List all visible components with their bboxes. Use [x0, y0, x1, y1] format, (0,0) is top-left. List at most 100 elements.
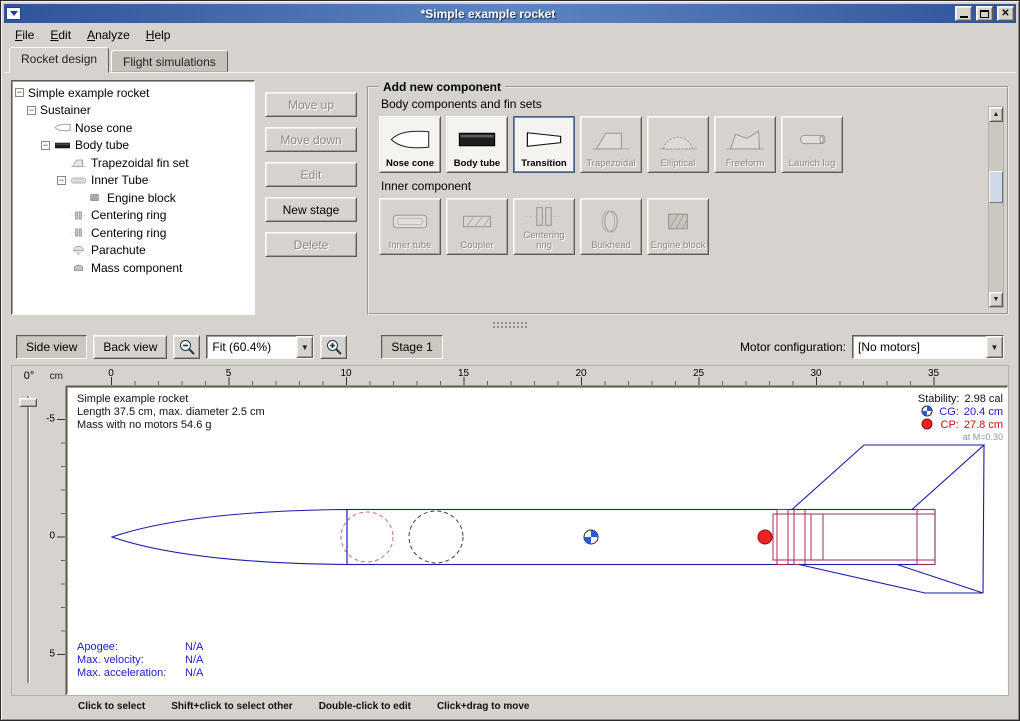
design-panel: − Simple example rocket − Sustainer Nose… [4, 73, 1016, 319]
add-body-tube-button[interactable]: Body tube [446, 116, 508, 173]
hint-bar: Click to select Shift+click to select ot… [4, 696, 1016, 717]
menu-edit[interactable]: Edit [43, 25, 78, 45]
openrocket-window: *Simple example rocket ✕ File Edit Analy… [0, 0, 1020, 721]
splitter-grip-icon [492, 321, 528, 329]
inner-component-label: Inner component [381, 179, 981, 193]
tree-action-buttons: Move up Move down Edit New stage Delete [265, 80, 357, 315]
add-elliptical-fin-button: Elliptical [647, 116, 709, 173]
collapse-expander-icon[interactable]: − [57, 176, 66, 185]
launch-lug-icon [791, 126, 833, 153]
tree-item-engine-block[interactable]: Engine block [12, 189, 254, 207]
minimize-button[interactable] [955, 6, 972, 21]
body-tube-icon [456, 126, 498, 153]
motor-configuration-select[interactable]: [No motors] ▼ [852, 335, 1004, 359]
collapse-expander-icon[interactable]: − [15, 88, 24, 97]
tree-item-rocket[interactable]: − Simple example rocket [12, 84, 254, 102]
motor-mount-outline[interactable] [773, 510, 935, 565]
centering-ring-icon [70, 210, 87, 221]
component-scrollbar[interactable]: ▲ ▼ [988, 106, 1004, 308]
menu-analyze[interactable]: Analyze [80, 25, 137, 45]
nose-cone-icon [54, 122, 71, 133]
rocket-canvas[interactable]: Simple example rocket Length 37.5 cm, ma… [66, 386, 1008, 695]
magnifier-minus-icon [178, 338, 196, 356]
add-transition-button[interactable]: Transition [513, 116, 575, 173]
tree-item-centering-ring-2[interactable]: Centering ring [12, 224, 254, 242]
svg-text:Max. velocity:: Max. velocity: [77, 654, 144, 666]
menu-help[interactable]: Help [139, 25, 178, 45]
svg-text:N/A: N/A [185, 641, 204, 653]
rocket-diagram: Simple example rocket Length 37.5 cm, ma… [67, 387, 1008, 694]
engine-block-icon [86, 192, 103, 203]
combo-arrow-icon[interactable]: ▼ [986, 336, 1003, 358]
stability-info: Stability:2.98 cal CG:20.4 cm CP:27.8 cm… [918, 393, 1003, 442]
add-engine-block-button: Engine block [647, 198, 709, 255]
rocket-info: Simple example rocket Length 37.5 cm, ma… [77, 393, 265, 431]
tree-item-inner-tube[interactable]: − Inner Tube [12, 172, 254, 190]
body-components-label: Body components and fin sets [381, 97, 981, 111]
side-view-button[interactable]: Side view [16, 335, 87, 359]
ruler-unit: cm [46, 366, 66, 386]
collapse-expander-icon[interactable]: − [41, 141, 50, 150]
inner-component-buttons: Inner tube Coupler Centering ring Bulkhe… [379, 198, 981, 255]
collapse-expander-icon[interactable]: − [27, 106, 36, 115]
svg-text:at M=0.30: at M=0.30 [963, 432, 1003, 442]
inner-tube-icon [70, 175, 87, 186]
close-button[interactable]: ✕ [997, 6, 1014, 21]
rocket-view-area: 0° cm 0 5 10 15 20 25 30 35 -5 0 5 [11, 365, 1009, 696]
tree-item-body-tube[interactable]: − Body tube [12, 137, 254, 155]
stage-1-toggle[interactable]: Stage 1 [381, 335, 442, 359]
scrollbar-thumb[interactable] [989, 171, 1003, 203]
new-stage-button[interactable]: New stage [265, 197, 357, 222]
fin-set-icon [70, 157, 87, 168]
combo-arrow-icon[interactable]: ▼ [296, 336, 313, 358]
move-up-button: Move up [265, 92, 357, 117]
zoom-out-button[interactable] [173, 335, 200, 359]
svg-text:Max. acceleration:: Max. acceleration: [77, 667, 166, 679]
title-bar[interactable]: *Simple example rocket ✕ [4, 4, 1016, 23]
tab-flight-simulations[interactable]: Flight simulations [111, 50, 228, 72]
tree-item-sustainer[interactable]: − Sustainer [12, 102, 254, 120]
add-freeform-fin-button: Freeform [714, 116, 776, 173]
app-icon [6, 7, 21, 20]
add-inner-tube-button: Inner tube [379, 198, 441, 255]
freeform-fin-icon [724, 126, 766, 153]
panel-splitter[interactable] [4, 319, 1016, 331]
trapezoidal-fin-icon [590, 126, 632, 153]
tree-item-centering-ring-1[interactable]: Centering ring [12, 207, 254, 225]
slider-thumb[interactable] [19, 398, 37, 407]
parachute-outline[interactable] [341, 512, 393, 562]
svg-text:Length 37.5 cm, max. diameter: Length 37.5 cm, max. diameter 2.5 cm [77, 406, 265, 418]
back-view-button[interactable]: Back view [93, 335, 167, 359]
minimize-icon [960, 16, 968, 18]
component-tree: − Simple example rocket − Sustainer Nose… [11, 80, 255, 315]
add-component-title: Add new component [379, 80, 505, 94]
tree-item-parachute[interactable]: Parachute [12, 242, 254, 260]
window-title: *Simple example rocket [25, 7, 951, 21]
zoom-in-button[interactable] [320, 335, 347, 359]
horizontal-ruler: 0 5 10 15 20 25 30 35 [66, 366, 1008, 386]
zoom-select[interactable]: Fit (60.4%) ▼ [206, 335, 314, 359]
body-tube-icon [54, 140, 71, 151]
rotation-value: 0° [12, 366, 46, 386]
tree-item-fin-set[interactable]: Trapezoidal fin set [12, 154, 254, 172]
centering-ring-icon [70, 227, 87, 238]
move-down-button: Move down [265, 127, 357, 152]
tree-item-nose-cone[interactable]: Nose cone [12, 119, 254, 137]
menu-file[interactable]: File [8, 25, 41, 45]
tab-rocket-design[interactable]: Rocket design [9, 47, 109, 73]
fin-outline[interactable] [792, 445, 984, 593]
magnifier-plus-icon [325, 338, 343, 356]
motor-configuration-label: Motor configuration: [740, 340, 846, 354]
scroll-up-icon[interactable]: ▲ [989, 107, 1003, 122]
bulkhead-icon [590, 208, 632, 235]
add-component-group: Add new component Body components and fi… [367, 80, 1009, 315]
tree-item-mass-component[interactable]: Mass component [12, 259, 254, 277]
view-toolbar: Side view Back view Fit (60.4%) ▼ Stage … [4, 331, 1016, 363]
rotation-slider[interactable] [12, 386, 46, 695]
scroll-down-icon[interactable]: ▼ [989, 292, 1003, 307]
flight-data: Apogee:N/A Max. velocity:N/A Max. accele… [77, 641, 204, 679]
mass-component-outline[interactable] [409, 511, 463, 563]
svg-text:Mass with no motors 54.6 g: Mass with no motors 54.6 g [77, 419, 212, 431]
add-nose-cone-button[interactable]: Nose cone [379, 116, 441, 173]
maximize-button[interactable] [976, 6, 993, 21]
